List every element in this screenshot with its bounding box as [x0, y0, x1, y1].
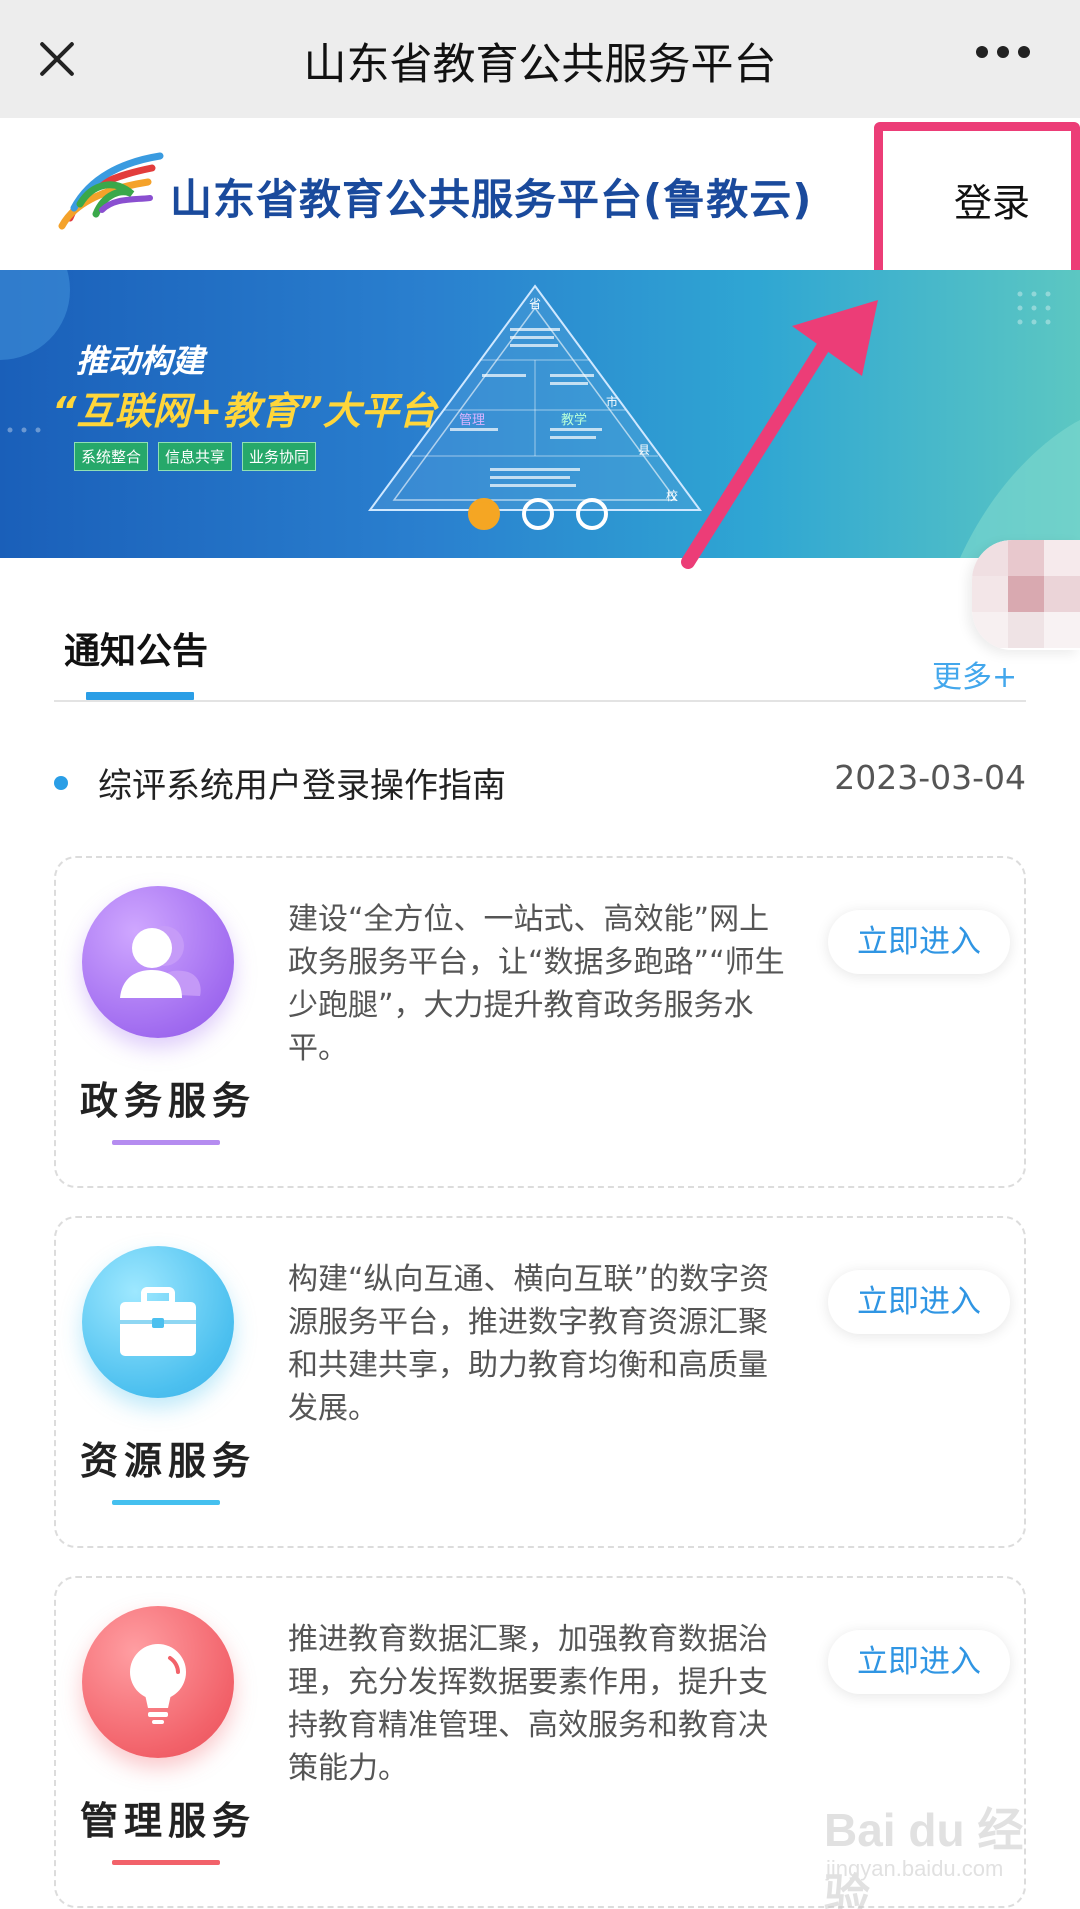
notice-item-title[interactable]: 综评系统用户登录操作指南 [98, 758, 506, 807]
watermark-main-text: Bai du 经验 [824, 1804, 1024, 1909]
top-bar: 山东省教育公共服务平台 [0, 0, 1080, 118]
service-description: 构建“纵向互通、横向互联”的数字资源服务平台，推进数字教育资源汇聚和共建共享，助… [288, 1262, 770, 1426]
watermark-sub-text: jingyan.baidu.com [826, 1856, 1004, 1881]
pyramid-label-management: 管理 [459, 413, 485, 428]
notice-more-link[interactable]: 更多+ [932, 652, 1017, 696]
login-button[interactable]: 登录 [954, 172, 1030, 227]
pyramid-label-county: 县 [638, 443, 650, 457]
baidu-jingyan-watermark: Bai du 经验 jingyan.baidu.com [824, 1790, 1044, 1909]
service-card-resource: 资源服务 构建“纵向互通、横向互联”的数字资源服务平台，推进数字教育资源汇聚和共… [54, 1216, 1026, 1548]
bullet-dot-icon [54, 776, 68, 790]
pyramid-label-teaching: 教学 [561, 412, 587, 428]
banner-carousel[interactable]: 推动构建 “互联网+教育”大平台 系统整合 信息共享 业务协同 省 市 县 校 … [0, 270, 1080, 558]
banner-tag: 系统整合 [74, 442, 149, 471]
service-card-government: 政务服务 建设“全方位、一站式、高效能”网上政务服务平台，让“数据多跑路”“师生… [54, 856, 1026, 1188]
enter-button[interactable]: 立即进入 [828, 910, 1010, 974]
window-title: 山东省教育公共服务平台 [303, 40, 777, 90]
notice-tab-indicator [86, 692, 194, 700]
lightbulb-icon [82, 1606, 234, 1758]
service-title-underline [112, 1140, 220, 1145]
pyramid-label-school: 校 [666, 488, 678, 503]
more-options-icon[interactable] [976, 46, 1030, 60]
enter-button[interactable]: 立即进入 [828, 1630, 1010, 1694]
service-title: 资源服务 [80, 1439, 257, 1483]
carousel-dot-active[interactable] [468, 498, 500, 530]
service-title: 政务服务 [80, 1079, 257, 1123]
platform-logo-icon [58, 152, 164, 230]
notice-item-date: 2023-03-04 [834, 758, 1026, 797]
carousel-dot[interactable] [522, 498, 554, 530]
service-title-underline [112, 1860, 220, 1865]
pyramid-label-province: 省 [529, 297, 541, 311]
enter-button[interactable]: 立即进入 [828, 1270, 1010, 1334]
service-title: 管理服务 [80, 1799, 257, 1843]
service-description: 推进教育数据汇聚，加强教育数据治理，充分发挥数据要素作用，提升支持教育精准管理、… [288, 1622, 768, 1786]
pyramid-diagram: 省 市 县 校 管理 教学 [368, 284, 702, 511]
service-description: 建设“全方位、一站式、高效能”网上政务服务平台，让“数据多跑路”“师生少跑腿”，… [288, 902, 785, 1066]
banner-tag: 信息共享 [158, 442, 233, 471]
banner-tags: 系统整合 信息共享 业务协同 [74, 442, 317, 471]
pyramid-label-city: 市 [606, 394, 618, 409]
floating-mosaic-button[interactable] [972, 540, 1080, 650]
notice-section-title: 通知公告 [64, 631, 209, 672]
banner-slogan-line1: 推动构建 [76, 342, 205, 380]
site-name: 山东省教育公共服务平台(鲁教云) [170, 175, 813, 224]
notice-divider [54, 700, 1026, 702]
banner-tag: 业务协同 [242, 442, 317, 471]
service-title-underline [112, 1500, 220, 1505]
briefcase-icon [82, 1246, 234, 1398]
carousel-pager [468, 498, 608, 530]
user-group-icon [82, 886, 234, 1038]
carousel-dot[interactable] [576, 498, 608, 530]
